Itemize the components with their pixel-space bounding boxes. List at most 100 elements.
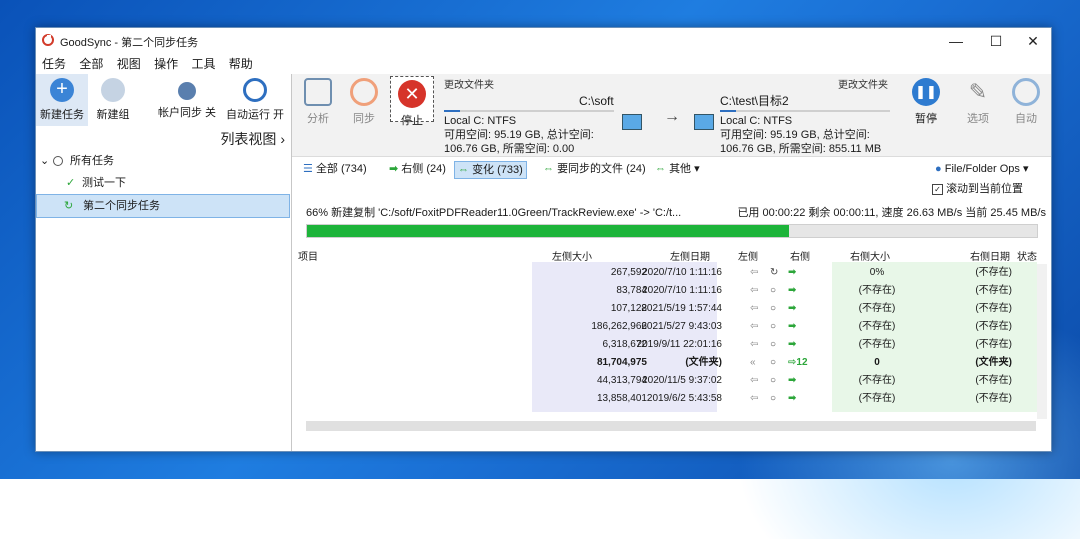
copy-left-icon[interactable]: ⇦ [750, 318, 758, 336]
menu-action[interactable]: 操作 [150, 54, 182, 74]
filter-to-sync[interactable]: ⇔ 要同步的文件 (24) [540, 161, 649, 177]
copy-right-icon[interactable]: ➡ [788, 282, 796, 300]
filter-changes[interactable]: ⇔ 变化 (733) [454, 161, 527, 179]
list-view-toggle[interactable]: 列表视图 › [220, 129, 285, 149]
job-sidebar: + 新建任务 新建组 帐户同步 关 自动运行 开 列表视图 › ⌄ 所有任务 ✓… [36, 74, 292, 451]
right-path[interactable]: C:\test\目标2 [720, 94, 789, 109]
menu-tools[interactable]: 工具 [187, 54, 219, 74]
analyze-button[interactable]: 分析 [298, 78, 338, 126]
tree-job-test[interactable]: ✓ 测试一下 [36, 172, 291, 194]
left-path[interactable]: C:\soft [579, 94, 614, 109]
row-left-date: 2021/5/27 9:43:03 [641, 321, 722, 332]
status-circle-icon[interactable]: ○ [770, 300, 776, 318]
status-circle-icon[interactable]: ○ [770, 318, 776, 336]
filter-all[interactable]: ☰ 全部 (734) [300, 161, 370, 177]
minimize-button[interactable]: — [939, 28, 973, 54]
copy-right-icon[interactable]: ➡ [788, 372, 796, 390]
stop-button[interactable]: ✕ 停止 [390, 76, 434, 127]
chevron-down-icon[interactable]: ⌄ [40, 150, 49, 172]
sync-button[interactable]: 同步 [344, 78, 384, 126]
copy-left-icon[interactable]: ⇦ [750, 372, 758, 390]
table-row[interactable]: zlib1.dll107,1282021/5/19 1:57:44⇦○➡(不存在… [292, 300, 1051, 318]
col-right[interactable]: 右侧 [790, 248, 810, 263]
row-right-date: (不存在) [975, 321, 1012, 332]
table-row[interactable]: PDF文献81,704,975(文件夹)«○⇨120(文件夹) [292, 354, 1051, 372]
new-job-button[interactable]: + 新建任务 [36, 74, 88, 126]
right-change-folder-link[interactable]: 更改文件夹 [838, 78, 888, 93]
table-row[interactable]: vcruntime140.dll83,7842020/7/10 1:11:16⇦… [292, 282, 1051, 300]
tree-job-second[interactable]: ↻ 第二个同步任务 [36, 194, 290, 218]
grid-header: 项目 左侧大小 左侧日期 左侧 右侧 右侧大小 右侧日期 状态 [292, 246, 1051, 263]
progress-bar [306, 224, 1038, 238]
auto-button[interactable]: 自动 [1006, 78, 1046, 126]
pause-button[interactable]: ❚❚ 暂停 [906, 78, 946, 126]
status-circle-icon[interactable]: ○ [770, 282, 776, 300]
left-computer-icon [622, 114, 642, 130]
status-circle-icon[interactable]: ○ [770, 390, 776, 408]
close-button[interactable]: ✕ [1016, 28, 1050, 54]
status-circle-icon[interactable]: ○ [770, 336, 776, 354]
table-row[interactable]: geek.exe6,318,6722019/9/11 22:01:16⇦○➡(不… [292, 336, 1051, 354]
new-group-button[interactable]: 新建组 [92, 74, 134, 126]
copy-left-icon[interactable]: ⇦ [750, 282, 758, 300]
copy-right-icon[interactable]: ➡ [788, 264, 796, 282]
right-fs: Local C: NTFS [720, 115, 793, 127]
table-row[interactable]: FoxitPDFReader11.0Green.rar186,262,96620… [292, 318, 1051, 336]
stop-x-icon: ✕ [398, 80, 426, 108]
check-icon: ✓ [66, 177, 76, 189]
auto-run-button[interactable]: 自动运行 开 [224, 74, 286, 126]
col-right-size[interactable]: 右侧大小 [850, 248, 890, 263]
table-row[interactable]: vccorlib140.dll267,5922020/7/10 1:11:16⇦… [292, 264, 1051, 282]
row-right-size: (不存在) [858, 393, 896, 404]
vertical-scrollbar[interactable] [1037, 264, 1047, 419]
copy-left-icon[interactable]: « [750, 354, 756, 372]
user-icon [178, 82, 196, 100]
filter-right[interactable]: ➡ 右侧 (24) [386, 161, 449, 177]
col-left-date[interactable]: 左侧日期 [670, 248, 710, 263]
copy-left-icon[interactable]: ⇦ [750, 336, 758, 354]
col-item[interactable]: 项目 [298, 248, 318, 263]
left-change-folder-link[interactable]: 更改文件夹 [444, 78, 494, 93]
window-title: GoodSync - 第二个同步任务 [60, 37, 199, 49]
status-circle-icon[interactable]: ↻ [770, 264, 778, 282]
progress-status: 66% 新建复制 'C:/soft/FoxitPDFReader11.0Gree… [306, 204, 1046, 220]
col-left[interactable]: 左侧 [738, 248, 758, 263]
account-sync-button[interactable]: 帐户同步 关 [156, 74, 218, 126]
col-right-date[interactable]: 右侧日期 [970, 248, 1010, 263]
copy-right-icon[interactable]: ⇨12 [788, 354, 808, 372]
main-area: 分析 同步 ✕ 停止 更改文件夹 C:\soft Local C: NTFS 可… [292, 74, 1051, 451]
row-right-date: (文件夹) [975, 357, 1012, 368]
pause-icon: ❚❚ [912, 78, 940, 106]
progress-time: 已用 00:00:22 剩余 00:00:11, 速度 26.63 MB/s 当… [731, 204, 1046, 220]
row-right-size: 0% [869, 267, 885, 278]
menu-task[interactable]: 任务 [38, 54, 70, 74]
copy-right-icon[interactable]: ➡ [788, 336, 796, 354]
col-left-size[interactable]: 左侧大小 [552, 248, 592, 263]
row-left-date: 2020/7/10 1:11:16 [642, 267, 722, 278]
copy-left-icon[interactable]: ⇦ [750, 300, 758, 318]
copy-left-icon[interactable]: ⇦ [750, 390, 758, 408]
status-circle-icon[interactable]: ○ [770, 372, 776, 390]
scroll-to-current-checkbox[interactable]: ✓ 滚动到当前位置 [932, 180, 1023, 196]
col-status[interactable]: 状态 [1017, 248, 1037, 263]
sync-icon: ↻ [64, 200, 74, 212]
copy-right-icon[interactable]: ➡ [788, 390, 796, 408]
copy-right-icon[interactable]: ➡ [788, 300, 796, 318]
menu-bar: 任务 全部 视图 操作 工具 帮助 [36, 54, 1051, 74]
tree-all-jobs[interactable]: ⌄ 所有任务 [36, 150, 291, 172]
horizontal-scrollbar[interactable] [306, 421, 1036, 431]
file-folder-ops[interactable]: ● File/Folder Ops ▾ [932, 161, 1032, 177]
menu-view[interactable]: 视图 [113, 54, 145, 74]
copy-right-icon[interactable]: ➡ [788, 318, 796, 336]
menu-help[interactable]: 帮助 [225, 54, 257, 74]
menu-all[interactable]: 全部 [75, 54, 107, 74]
copy-left-icon[interactable]: ⇦ [750, 264, 758, 282]
row-left-date: 2020/7/10 1:11:16 [642, 285, 722, 296]
table-row[interactable]: 09-Materials for oral delivery of pro...… [292, 372, 1051, 390]
options-button[interactable]: ✎ 选项 [958, 78, 998, 126]
status-circle-icon[interactable]: ○ [770, 354, 776, 372]
filter-other[interactable]: ⇔ 其他 ▾ [652, 161, 703, 177]
row-right-date: (不存在) [975, 393, 1012, 404]
table-row[interactable]: 15-Keto-prostaglandin-E2-suppress...13,8… [292, 390, 1051, 408]
maximize-button[interactable]: ☐ [979, 28, 1013, 54]
